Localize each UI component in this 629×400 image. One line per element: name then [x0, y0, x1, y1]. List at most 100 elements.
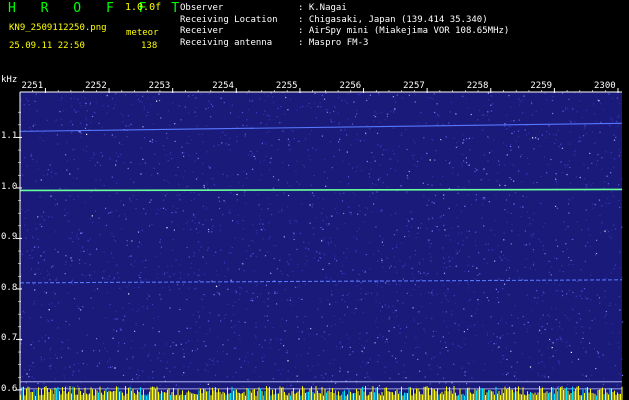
noise-pixel — [581, 326, 583, 328]
noise-pixel — [440, 139, 442, 141]
noise-pixel — [183, 366, 185, 368]
noise-pixel — [78, 229, 80, 231]
noise-pixel — [442, 347, 444, 349]
noise-pixel — [264, 315, 266, 317]
noise-pixel — [265, 284, 268, 286]
noise-pixel — [165, 208, 167, 211]
meteor-bar — [101, 392, 102, 400]
noise-pixel — [339, 342, 341, 344]
noise-pixel — [299, 232, 301, 234]
noise-pixel — [296, 316, 298, 318]
meteor-bar — [605, 388, 606, 400]
noise-pixel — [213, 145, 215, 147]
noise-pixel — [307, 149, 309, 151]
noise-pixel — [594, 113, 596, 115]
noise-pixel — [198, 387, 201, 389]
noise-pixel — [453, 137, 455, 139]
noise-pixel — [282, 368, 284, 370]
meteor-bar — [53, 394, 54, 400]
noise-pixel — [264, 229, 266, 231]
noise-pixel — [142, 306, 144, 308]
noise-pixel — [73, 382, 75, 384]
noise-pixel — [224, 262, 226, 264]
meteor-bar — [119, 391, 120, 400]
meteor-bar — [249, 390, 251, 400]
noise-pixel — [144, 280, 146, 282]
noise-pixel — [513, 120, 515, 122]
noise-pixel — [348, 338, 350, 340]
noise-pixel — [76, 236, 78, 238]
noise-pixel — [416, 165, 418, 167]
noise-pixel — [77, 168, 79, 170]
noise-pixel — [35, 272, 37, 274]
noise-pixel — [538, 330, 540, 332]
noise-pixel — [169, 307, 171, 309]
noise-pixel — [247, 109, 249, 111]
noise-pixel — [457, 186, 459, 188]
noise-pixel — [499, 319, 502, 321]
noise-pixel — [321, 240, 323, 242]
noise-pixel — [37, 168, 40, 170]
noise-pixel — [487, 136, 489, 138]
noise-pixel — [328, 263, 330, 265]
meteor-bar — [488, 390, 489, 400]
noise-pixel — [426, 204, 428, 206]
noise-pixel — [542, 314, 544, 316]
meteor-bar — [125, 386, 126, 400]
noise-pixel — [405, 263, 407, 265]
noise-pixel — [229, 209, 231, 212]
noise-pixel — [197, 157, 199, 160]
noise-pixel — [156, 277, 158, 279]
noise-pixel — [550, 274, 552, 276]
noise-pixel — [416, 346, 418, 348]
noise-pixel — [325, 276, 327, 278]
noise-pixel — [438, 229, 440, 231]
noise-pixel — [160, 207, 162, 209]
meteor-bar — [467, 387, 468, 400]
noise-pixel — [502, 334, 504, 336]
noise-pixel — [413, 289, 415, 291]
noise-pixel — [37, 238, 39, 240]
meteor-bar — [606, 392, 608, 400]
noise-pixel — [463, 338, 465, 340]
noise-pixel — [539, 318, 541, 320]
noise-pixel — [405, 336, 407, 338]
noise-pixel — [417, 227, 419, 229]
noise-pixel — [183, 191, 186, 193]
meteor-bar — [455, 392, 456, 400]
meteor-bar — [278, 393, 279, 400]
meteor-bar — [522, 387, 524, 400]
noise-pixel — [147, 354, 149, 356]
noise-pixel — [107, 261, 109, 263]
noise-pixel — [614, 264, 616, 266]
noise-pixel — [463, 308, 465, 310]
noise-pixel — [99, 350, 101, 352]
noise-pixel — [610, 117, 612, 119]
noise-pixel — [255, 112, 257, 114]
noise-pixel — [309, 369, 311, 372]
noise-pixel — [269, 203, 271, 205]
meteor-bar — [515, 387, 516, 400]
noise-pixel — [443, 262, 445, 264]
noise-pixel — [178, 194, 180, 196]
noise-pixel — [66, 142, 68, 144]
noise-pixel — [374, 111, 376, 113]
noise-pixel — [532, 219, 534, 221]
noise-pixel — [583, 135, 585, 137]
meteor-bar — [111, 391, 113, 400]
noise-pixel — [405, 377, 407, 379]
noise-pixel — [431, 230, 433, 232]
noise-pixel — [233, 194, 235, 196]
noise-pixel — [139, 163, 141, 165]
noise-pixel — [369, 378, 371, 380]
noise-pixel — [611, 229, 613, 231]
meteor-bar — [470, 392, 471, 400]
noise-pixel — [73, 364, 75, 366]
noise-pixel — [296, 287, 298, 289]
noise-pixel — [202, 162, 204, 164]
noise-pixel — [586, 186, 588, 188]
noise-pixel — [473, 324, 476, 326]
noise-pixel — [200, 93, 202, 95]
noise-pixel — [557, 129, 559, 131]
noise-pixel — [595, 164, 598, 166]
